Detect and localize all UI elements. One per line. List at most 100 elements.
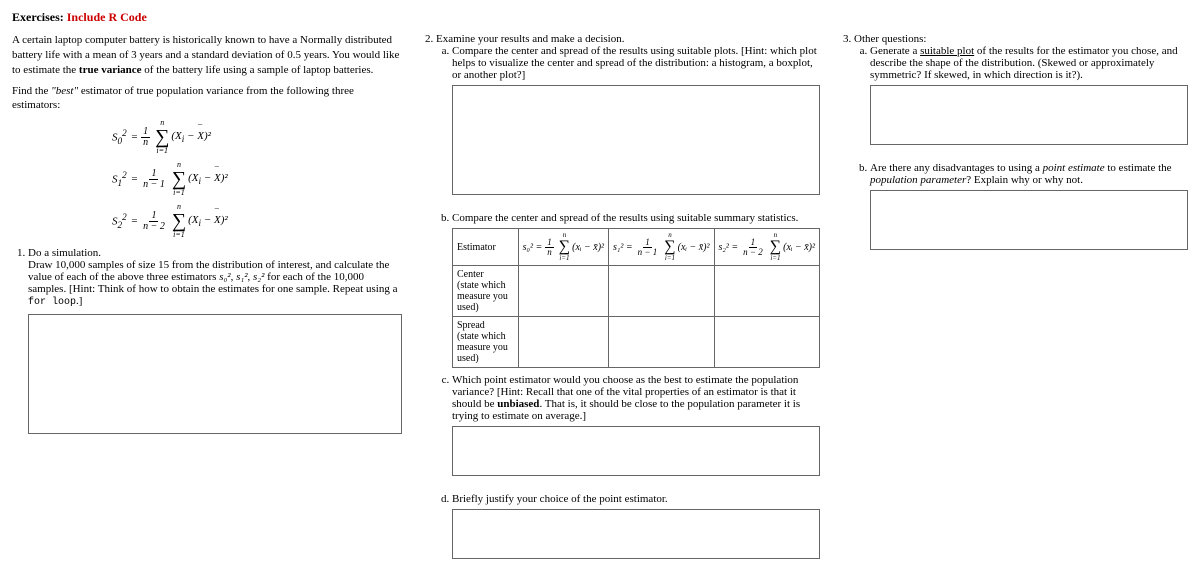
intro-em: "best" xyxy=(51,85,78,97)
f-num: 1 xyxy=(545,238,554,248)
term-minus: − xyxy=(201,214,214,226)
intro-text-1b: of the battery life using a sample of la… xyxy=(142,64,374,76)
term-close: )² xyxy=(221,172,228,184)
q2a: Compare the center and spread of the res… xyxy=(452,45,820,206)
intro-paragraph-1: A certain laptop computer battery is his… xyxy=(12,33,402,78)
q2c-input[interactable] xyxy=(452,426,820,476)
table-row-spread: Spread (state which measure you used) xyxy=(453,317,820,368)
q3b-c: ? Explain why or why not. xyxy=(966,174,1083,186)
th-s1: s₁² = 1n − 1 n∑i=1 (xᵢ − x̄)² xyxy=(609,229,714,266)
f-num: 1 xyxy=(749,238,758,248)
q2d-input[interactable] xyxy=(452,509,820,559)
q2d-text: Briefly justify your choice of the point… xyxy=(452,493,668,505)
th-estimator: Estimator xyxy=(453,229,519,266)
q2d: Briefly justify your choice of the point… xyxy=(452,493,820,570)
q2-sublist: Compare the center and spread of the res… xyxy=(436,45,820,570)
s1-sup: 2 xyxy=(122,170,127,180)
q2-label: Examine your results and make a decision… xyxy=(436,33,624,45)
q1-code-input[interactable] xyxy=(28,314,402,434)
q3a: Generate a suitable plot of the results … xyxy=(870,45,1188,156)
term-xbar: X xyxy=(197,130,204,142)
q2a-input[interactable] xyxy=(452,85,820,195)
s-bot: i=1 xyxy=(665,255,675,262)
est-s2-lhs: s₂² = xyxy=(719,242,739,253)
q1-mono: for loop xyxy=(28,297,76,308)
q3a-u: suitable plot xyxy=(920,45,974,57)
column-left: A certain laptop computer battery is his… xyxy=(12,33,402,578)
table-row-header: Estimator s₀² = 1n n∑i=1 (xᵢ − x̄)² xyxy=(453,229,820,266)
intro-text-2a: Find the xyxy=(12,85,51,97)
term-xbar: X xyxy=(214,172,221,184)
cell-spread-s0[interactable] xyxy=(518,317,608,368)
s0-sup: 2 xyxy=(122,128,127,138)
sigma-icon: ∑ xyxy=(664,239,675,255)
s2-sup: 2 xyxy=(122,212,127,222)
cell-spread-s1[interactable] xyxy=(609,317,714,368)
sigma-icon: ∑ xyxy=(559,239,570,255)
q2b: Compare the center and spread of the res… xyxy=(452,212,820,368)
q3b-b: to estimate the xyxy=(1105,162,1172,174)
term-open: (X xyxy=(188,172,198,184)
q1-s2: s₂² xyxy=(253,271,264,283)
term-close: )² xyxy=(221,214,228,226)
eq: = xyxy=(131,131,138,143)
question-2: Examine your results and make a decision… xyxy=(436,33,820,570)
formula-s0: S02 = 1n n∑i=1 (Xi − X)² xyxy=(112,119,402,155)
formula-s2: S22 = 1n − 2 n∑i=1 (Xi − X)² xyxy=(112,203,402,239)
th-s0: s₀² = 1n n∑i=1 (xᵢ − x̄)² xyxy=(518,229,608,266)
s-bot: i=1 xyxy=(770,255,780,262)
question-3: Other questions: Generate a suitable plo… xyxy=(854,33,1188,261)
q3b-a: Are there any disadvantages to using a xyxy=(870,162,1043,174)
q2c: Which point estimator would you choose a… xyxy=(452,374,820,487)
content-columns: A certain laptop computer battery is his… xyxy=(12,33,1188,578)
formula-s1: S12 = 1n − 1 n∑i=1 (Xi − X)² xyxy=(112,161,402,197)
frac-den: n xyxy=(141,138,150,148)
intro-bold: true variance xyxy=(79,64,142,76)
f-num: 1 xyxy=(643,238,652,248)
est-s1-lhs: s₁² = xyxy=(613,242,633,253)
eq: = xyxy=(131,215,138,227)
eq: = xyxy=(131,173,138,185)
q3-label: Other questions: xyxy=(854,33,926,45)
question-3-list: Other questions: Generate a suitable plo… xyxy=(838,33,1188,261)
q3a-input[interactable] xyxy=(870,85,1188,145)
column-middle: Examine your results and make a decision… xyxy=(420,33,820,578)
sigma-icon: ∑ xyxy=(172,169,186,189)
q1-label: Do a simulation. xyxy=(28,247,101,259)
sum-bot: i=1 xyxy=(173,231,185,239)
cell-center-s1[interactable] xyxy=(609,266,714,317)
q2a-text: Compare the center and spread of the res… xyxy=(452,45,817,81)
intro-paragraph-2: Find the "best" estimator of true popula… xyxy=(12,84,402,114)
f-den: n − 1 xyxy=(636,248,660,257)
q3b: Are there any disadvantages to using a p… xyxy=(870,162,1188,261)
sum-bot: i=1 xyxy=(156,147,168,155)
question-1-list: Do a simulation. Draw 10,000 samples of … xyxy=(12,247,402,437)
term-open: (X xyxy=(188,214,198,226)
term-minus: − xyxy=(201,172,214,184)
f-den: n − 2 xyxy=(741,248,765,257)
formula-block: S02 = 1n n∑i=1 (Xi − X)² S12 = 1n − 1 n∑… xyxy=(112,119,402,239)
cell-center-s0[interactable] xyxy=(518,266,608,317)
q1-desc-c: .] xyxy=(76,295,82,307)
term-xbar: X xyxy=(214,214,221,226)
row-center-label: Center (state which measure you used) xyxy=(453,266,519,317)
row-spread-label: Spread (state which measure you used) xyxy=(453,317,519,368)
term-minus: − xyxy=(184,130,197,142)
q3a-a: Generate a xyxy=(870,45,920,57)
column-right: Other questions: Generate a suitable plo… xyxy=(838,33,1188,578)
est-s0-lhs: s₀² = xyxy=(523,242,543,253)
frac-den: n − 1 xyxy=(141,180,167,190)
title-suffix: Include R Code xyxy=(67,10,147,24)
q2c-bold: unbiased xyxy=(497,398,539,410)
q3-sublist: Generate a suitable plot of the results … xyxy=(854,45,1188,261)
cell-center-s2[interactable] xyxy=(714,266,819,317)
est-term: (xᵢ − x̄)² xyxy=(678,242,710,253)
frac-den: n − 2 xyxy=(141,222,167,232)
q3b-input[interactable] xyxy=(870,190,1188,250)
question-2-list: Examine your results and make a decision… xyxy=(420,33,820,570)
sigma-icon: ∑ xyxy=(172,211,186,231)
q3b-em1: point estimate xyxy=(1043,162,1105,174)
q1-s0: s₀² xyxy=(219,271,230,283)
cell-spread-s2[interactable] xyxy=(714,317,819,368)
est-term: (xᵢ − x̄)² xyxy=(783,242,815,253)
